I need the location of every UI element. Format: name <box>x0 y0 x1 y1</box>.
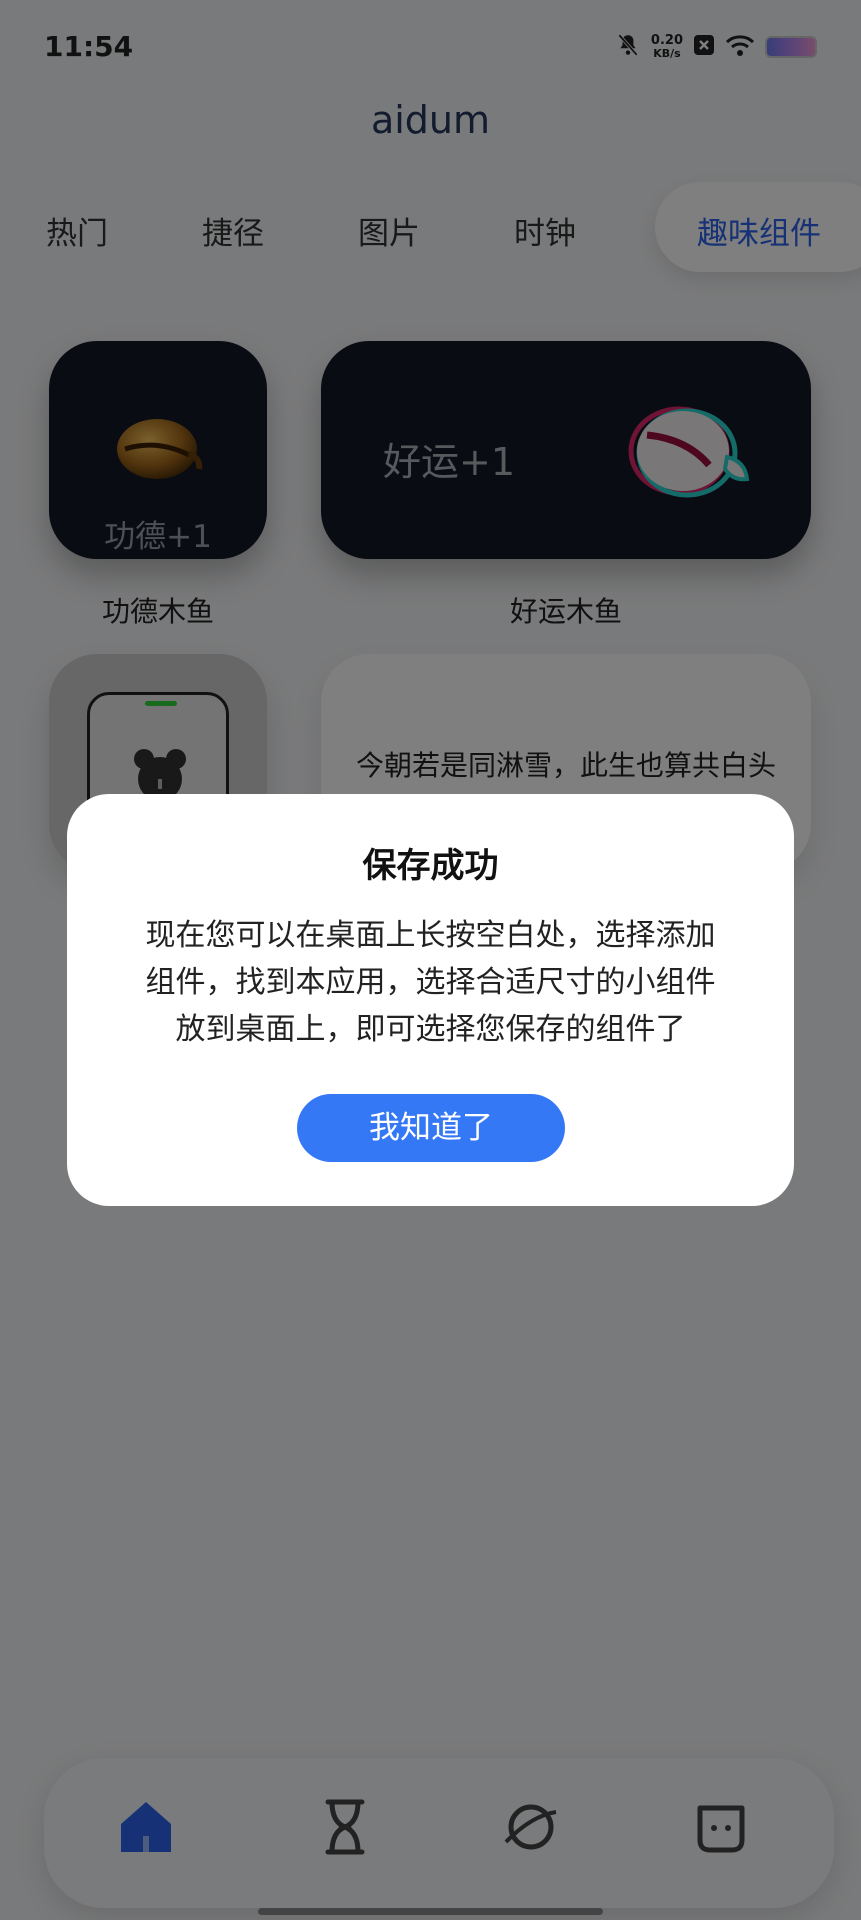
got-it-button[interactable]: 我知道了 <box>297 1094 565 1162</box>
dialog-title: 保存成功 <box>362 846 499 886</box>
dialog-body: 现在您可以在桌面上长按空白处，选择添加 组件，找到本应用，选择合适尺寸的小组件 … <box>107 912 754 1053</box>
save-success-dialog: 保存成功 现在您可以在桌面上长按空白处，选择添加 组件，找到本应用，选择合适尺寸… <box>67 794 794 1206</box>
dialog-body-line: 组件，找到本应用，选择合适尺寸的小组件 <box>145 965 716 1000</box>
dialog-body-line: 现在您可以在桌面上长按空白处，选择添加 <box>145 918 716 953</box>
app-screen: 11:54 0.20 KB/s aidum 热门 捷径 图片 时钟 趣味组件 <box>0 0 861 1920</box>
dialog-body-line: 放到桌面上，即可选择您保存的组件了 <box>175 1012 686 1047</box>
